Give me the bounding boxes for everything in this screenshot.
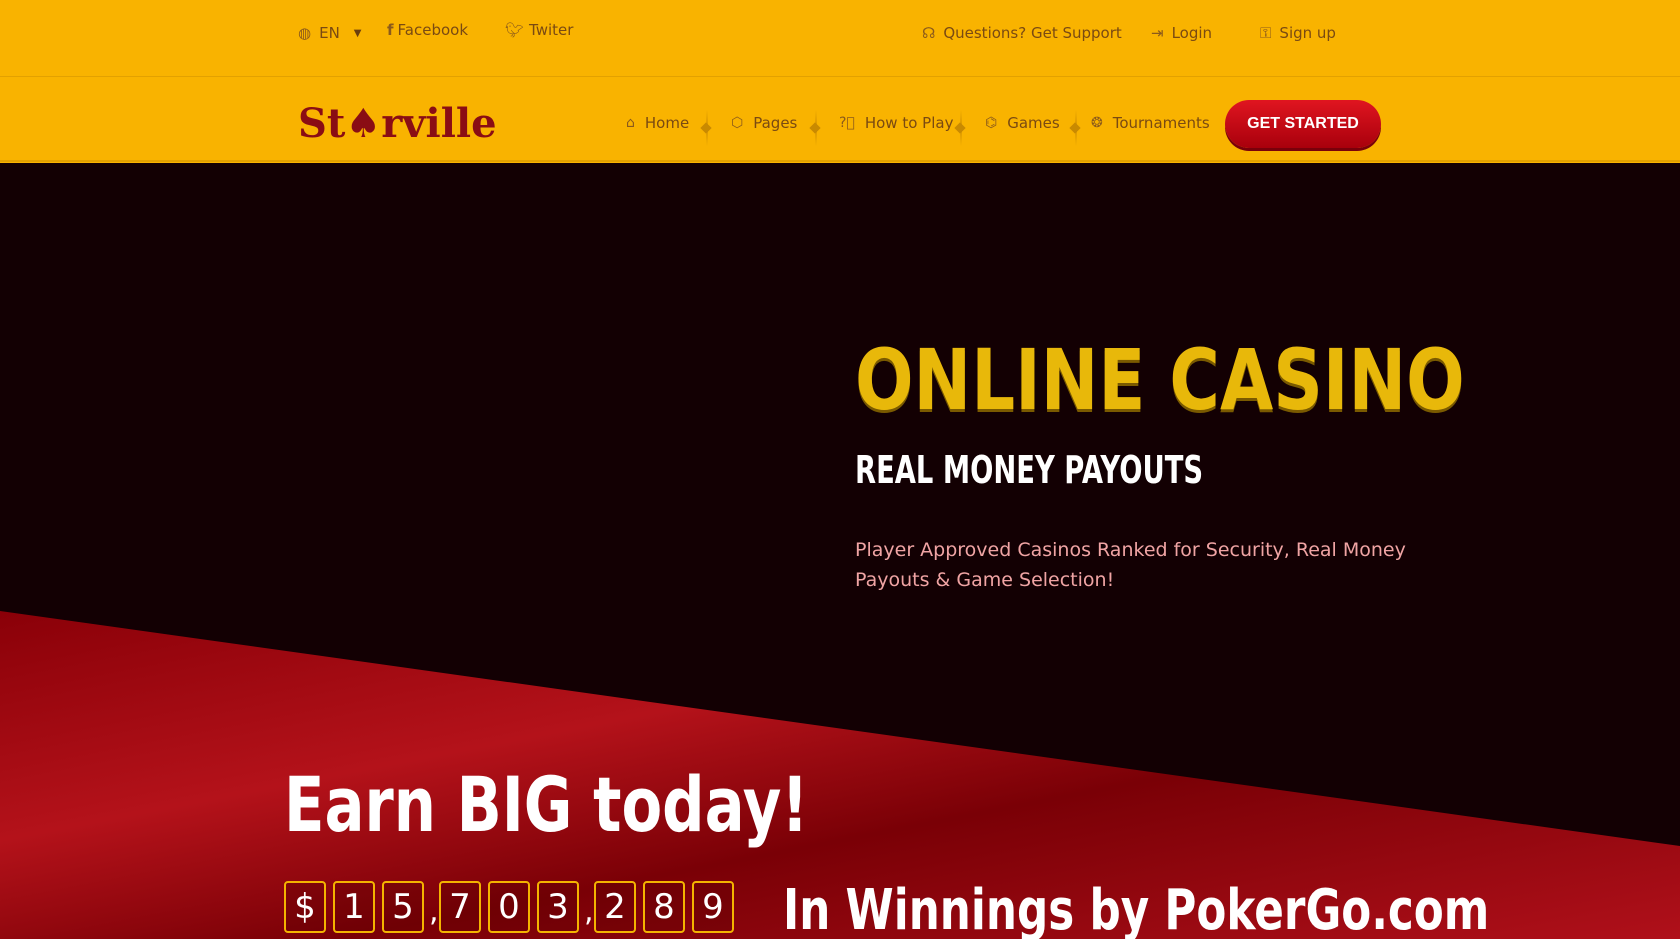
winnings-caption: In Winnings by PokerGo.com bbox=[783, 878, 1490, 939]
support-label: Questions? Get Support bbox=[943, 24, 1122, 42]
counter-digit: 8 bbox=[643, 881, 685, 933]
signup-label: Sign up bbox=[1279, 24, 1336, 42]
counter-separator: , bbox=[429, 894, 439, 929]
home-icon: ⌂ bbox=[626, 115, 635, 131]
facebook-link[interactable]: f Facebook bbox=[387, 21, 468, 39]
nav-item-label: Pages bbox=[753, 114, 798, 132]
nav-separator bbox=[960, 110, 962, 146]
chevron-down-icon: ▼ bbox=[353, 27, 362, 39]
login-label: Login bbox=[1171, 24, 1213, 42]
counter-digit: 1 bbox=[333, 881, 375, 933]
nav-item-home[interactable]: ⌂ Home bbox=[626, 114, 689, 132]
site-logo[interactable]: St♠rville bbox=[298, 100, 497, 147]
facebook-icon: f bbox=[387, 20, 394, 39]
facebook-label: Facebook bbox=[397, 21, 469, 39]
nav-separator bbox=[1075, 110, 1077, 146]
counter-digit: 5 bbox=[382, 881, 424, 933]
counter-digit: 3 bbox=[537, 881, 579, 933]
help-icon: ?⃝ bbox=[839, 115, 855, 131]
counter-digit: 9 bbox=[692, 881, 734, 933]
nav-item-how-to-play[interactable]: ?⃝ How to Play bbox=[839, 114, 953, 132]
hero-title: ONLINE CASINO bbox=[855, 331, 1465, 429]
nav-separator bbox=[706, 110, 708, 146]
login-link[interactable]: ⇥ Login bbox=[1151, 24, 1212, 42]
counter-digit: 0 bbox=[488, 881, 530, 933]
nav-item-games[interactable]: ⌬ Games bbox=[985, 114, 1060, 132]
get-started-button[interactable]: GET STARTED bbox=[1225, 100, 1381, 148]
gamepad-icon: ⌬ bbox=[985, 115, 998, 131]
login-icon: ⇥ bbox=[1151, 23, 1164, 42]
counter-digit: 2 bbox=[594, 881, 636, 933]
language-label: EN bbox=[319, 24, 340, 42]
nav-item-label: Tournaments bbox=[1112, 114, 1210, 132]
counter-digit: 7 bbox=[439, 881, 481, 933]
support-link[interactable]: ☊ Questions? Get Support bbox=[922, 24, 1122, 42]
cube-icon: ⬡ bbox=[731, 115, 744, 131]
counter-separator: , bbox=[584, 894, 594, 929]
top-bar: ◍ EN ▼ f Facebook 🐦︎ Twiter ☊ Questions?… bbox=[0, 0, 1680, 77]
language-selector[interactable]: ◍ EN ▼ bbox=[298, 24, 362, 42]
headset-icon: ☊ bbox=[922, 23, 936, 42]
signup-link[interactable]: ⚿ Sign up bbox=[1260, 24, 1336, 42]
earn-heading: Earn BIG today! bbox=[284, 760, 809, 849]
hero-subtitle: REAL MONEY PAYOUTS bbox=[855, 448, 1204, 492]
hero-section: ONLINE CASINO REAL MONEY PAYOUTS Player … bbox=[0, 163, 1680, 939]
counter-digit: $ bbox=[284, 881, 326, 933]
hero-description: Player Approved Casinos Ranked for Secur… bbox=[855, 539, 1406, 591]
globe-icon: ◍ bbox=[298, 23, 312, 42]
key-icon: ⚿ bbox=[1260, 23, 1272, 42]
main-navbar: St♠rville ⌂ Home ⬡ Pages ?⃝ How to Play … bbox=[0, 78, 1680, 162]
red-diagonal-background bbox=[0, 611, 1680, 939]
twitter-icon: 🐦︎ bbox=[505, 20, 525, 39]
twitter-link[interactable]: 🐦︎ Twiter bbox=[505, 21, 573, 39]
nav-item-tournaments[interactable]: ❂ Tournaments bbox=[1091, 114, 1210, 132]
winnings-counter: $ 1 5 , 7 0 3 , 2 8 9 bbox=[284, 881, 741, 933]
nav-item-label: Games bbox=[1007, 114, 1060, 132]
twitter-label: Twiter bbox=[529, 21, 574, 39]
nav-item-pages[interactable]: ⬡ Pages bbox=[731, 114, 797, 132]
nav-separator bbox=[815, 110, 817, 146]
nav-item-label: How to Play bbox=[864, 114, 954, 132]
award-icon: ❂ bbox=[1091, 115, 1103, 131]
nav-item-label: Home bbox=[644, 114, 690, 132]
